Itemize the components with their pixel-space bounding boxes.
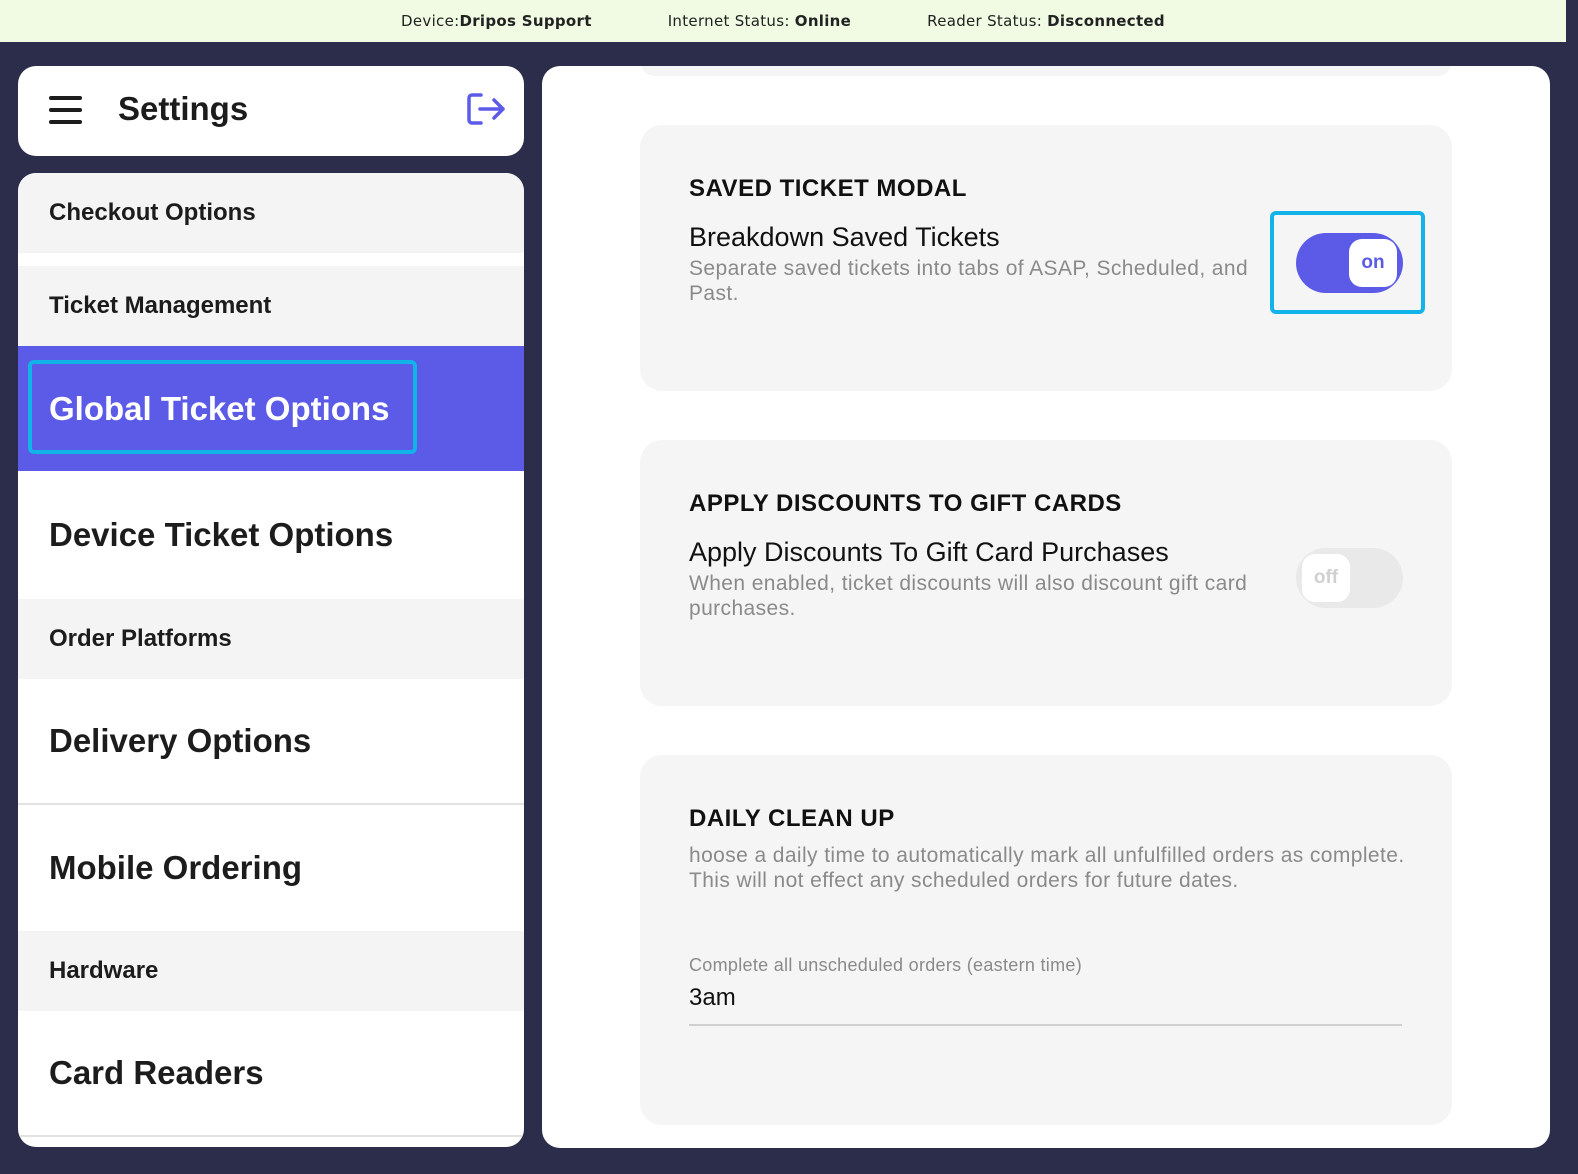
setting-label: Breakdown Saved Tickets xyxy=(689,222,1000,252)
setting-label: Apply Discounts To Gift Card Purchases xyxy=(689,537,1169,567)
sidebar-header: Settings xyxy=(18,66,524,156)
reader-status-label: Reader Status: xyxy=(927,12,1043,30)
sidebar-item-mobile-ordering[interactable]: Mobile Ordering xyxy=(18,805,524,931)
setting-description: Separate saved tickets into tabs of ASAP… xyxy=(689,257,1249,305)
previous-settings-card xyxy=(640,66,1452,76)
apply-discounts-gift-cards-toggle[interactable]: off xyxy=(1296,548,1403,608)
internet-status: Internet Status: Online xyxy=(668,12,851,30)
internet-status-value: Online xyxy=(794,12,852,30)
device-status: Device:Dripos Support xyxy=(401,12,592,30)
toggle-knob: on xyxy=(1349,239,1397,287)
card-heading: DAILY CLEAN UP xyxy=(689,805,895,832)
sidebar-item-order-platforms[interactable]: Order Platforms xyxy=(18,599,524,679)
settings-nav-list: Checkout Options Ticket Management Globa… xyxy=(18,173,524,1147)
sidebar-divider xyxy=(18,1135,524,1137)
device-status-value: Dripos Support xyxy=(459,12,592,30)
card-heading: SAVED TICKET MODAL xyxy=(689,175,967,202)
reader-status: Reader Status: Disconnected xyxy=(927,12,1165,30)
sidebar-item-label: Order Platforms xyxy=(49,625,232,652)
sidebar-item-delivery-options[interactable]: Delivery Options xyxy=(18,679,524,803)
status-bar: Device:Dripos Support Internet Status: O… xyxy=(0,0,1566,42)
card-heading: APPLY DISCOUNTS TO GIFT CARDS xyxy=(689,490,1122,517)
sidebar-item-label: Checkout Options xyxy=(49,199,256,226)
sidebar-item-card-readers[interactable]: Card Readers xyxy=(18,1011,524,1135)
breakdown-saved-tickets-toggle[interactable]: on xyxy=(1296,233,1403,293)
logout-arrow-icon[interactable] xyxy=(466,92,506,126)
cleanup-time-label: Complete all unscheduled orders (eastern… xyxy=(689,955,1082,975)
hamburger-menu-icon[interactable] xyxy=(49,96,82,124)
internet-status-label: Internet Status: xyxy=(667,12,790,30)
sidebar-item-label: Mobile Ordering xyxy=(49,849,303,886)
cleanup-time-field[interactable]: 3am xyxy=(689,980,1402,1026)
gift-card-discounts-card: APPLY DISCOUNTS TO GIFT CARDS Apply Disc… xyxy=(640,440,1452,706)
settings-content-panel[interactable]: SAVED TICKET MODAL Breakdown Saved Ticke… xyxy=(542,66,1550,1148)
toggle-knob: off xyxy=(1302,554,1350,602)
sidebar-item-checkout-options[interactable]: Checkout Options xyxy=(18,173,524,253)
sidebar-item-label: Card Readers xyxy=(49,1054,264,1091)
sidebar-title: Settings xyxy=(118,90,249,127)
saved-ticket-modal-card: SAVED TICKET MODAL Breakdown Saved Ticke… xyxy=(640,125,1452,391)
sidebar-item-label: Hardware xyxy=(49,957,159,984)
sidebar-item-ticket-management[interactable]: Ticket Management xyxy=(18,266,524,346)
device-status-label: Device: xyxy=(401,12,460,30)
sidebar-item-hardware[interactable]: Hardware xyxy=(18,931,524,1011)
selection-highlight xyxy=(28,360,417,454)
sidebar-item-label: Ticket Management xyxy=(49,292,272,319)
setting-description: hoose a daily time to automatically mark… xyxy=(689,844,1405,892)
sidebar-item-label: Device Ticket Options xyxy=(49,516,394,553)
toggle-highlight: on xyxy=(1270,211,1425,314)
daily-clean-up-card: DAILY CLEAN UP hoose a daily time to aut… xyxy=(640,755,1452,1125)
sidebar-item-label: Delivery Options xyxy=(49,722,312,759)
setting-description: When enabled, ticket discounts will also… xyxy=(689,572,1248,620)
sidebar-item-global-ticket-options[interactable]: Global Ticket Options xyxy=(18,346,524,471)
reader-status-value: Disconnected xyxy=(1047,12,1165,30)
sidebar-item-device-ticket-options[interactable]: Device Ticket Options xyxy=(18,471,524,599)
